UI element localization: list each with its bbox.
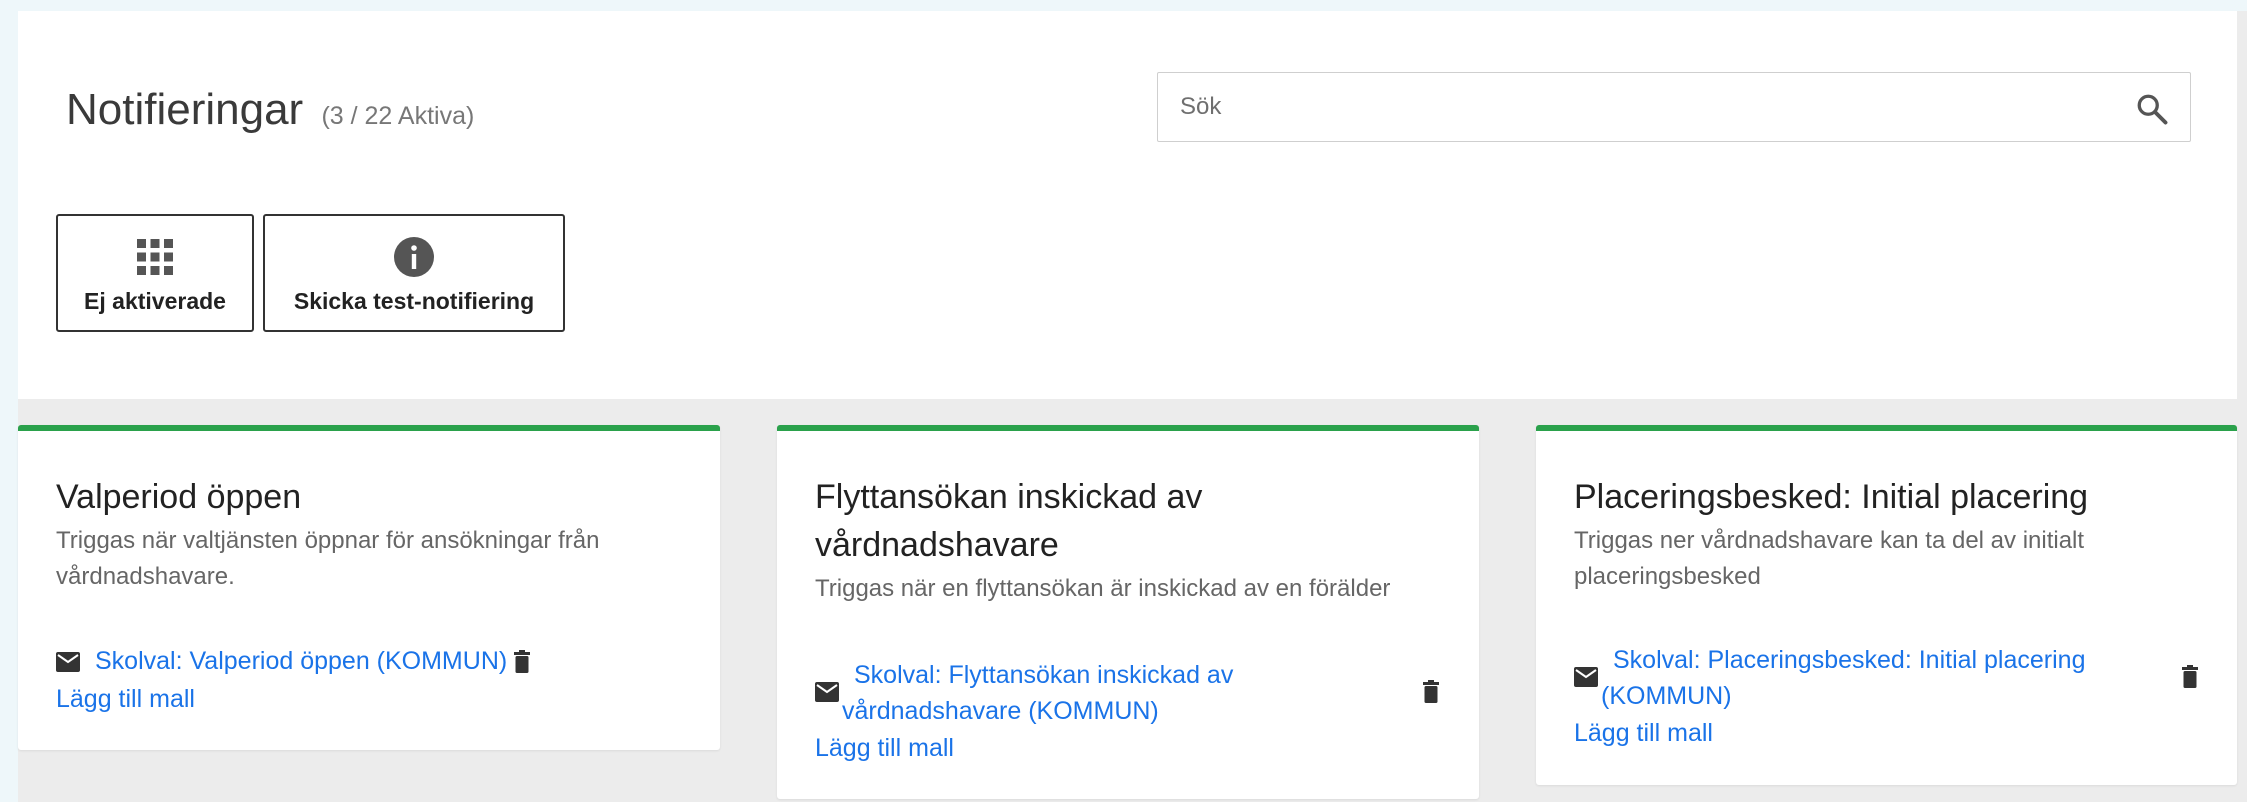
add-template-link[interactable]: Lägg till mall xyxy=(815,734,954,763)
search-box xyxy=(1157,72,2191,142)
mail-icon xyxy=(1574,667,1598,687)
notification-card: Flyttansökan inskickad av vårdnadshavare… xyxy=(777,425,1479,799)
info-icon xyxy=(393,236,435,278)
top-strip xyxy=(0,0,2247,11)
mail-icon xyxy=(56,652,80,672)
card-title: Placeringsbesked: Initial placering xyxy=(1574,478,2089,516)
send-test-notification-button[interactable]: Skicka test-notifiering xyxy=(263,214,565,332)
card-description: Triggas när valtjänsten öppnar för ansök… xyxy=(56,527,600,590)
page-title: Notifieringar (3 / 22 Aktiva) xyxy=(66,85,474,135)
add-template-link[interactable]: Lägg till mall xyxy=(1574,719,1713,748)
mail-icon xyxy=(815,682,839,702)
not-activated-label: Ej aktiverade xyxy=(84,288,226,314)
add-template-link[interactable]: Lägg till mall xyxy=(56,685,195,714)
header-panel: Notifieringar (3 / 22 Aktiva) Sök Ej akt… xyxy=(18,11,2237,399)
trash-icon[interactable] xyxy=(512,650,532,674)
template-link[interactable]: Skolval: Placeringsbesked: Initial place… xyxy=(1601,642,2121,714)
card-title: Valperiod öppen xyxy=(56,478,302,516)
search-icon[interactable] xyxy=(2134,91,2170,127)
notification-card: Placeringsbesked: Initial placering Trig… xyxy=(1536,425,2237,785)
left-strip xyxy=(0,11,18,802)
template-link[interactable]: Skolval: Valperiod öppen (KOMMUN) xyxy=(95,643,507,679)
card-description: Triggas ner vårdnadshavare kan ta del av… xyxy=(1574,527,2085,590)
not-activated-button[interactable]: Ej aktiverade xyxy=(56,214,254,332)
card-title: Flyttansökan inskickad av vårdnadshavare xyxy=(815,478,1203,564)
grid-icon xyxy=(134,236,176,278)
send-test-notification-label: Skicka test-notifiering xyxy=(293,288,535,314)
trash-icon[interactable] xyxy=(1421,680,1441,704)
search-input[interactable] xyxy=(1180,73,2120,141)
notification-card: Valperiod öppen Triggas när valtjänsten … xyxy=(18,425,720,750)
template-link[interactable]: Skolval: Flyttansökan inskickad av vårdn… xyxy=(842,657,1262,729)
trash-icon[interactable] xyxy=(2180,665,2200,689)
card-description: Triggas när en flyttansökan är inskickad… xyxy=(815,575,1391,602)
page-title-text: Notifieringar xyxy=(66,85,304,134)
active-count: (3 / 22 Aktiva) xyxy=(321,102,475,130)
